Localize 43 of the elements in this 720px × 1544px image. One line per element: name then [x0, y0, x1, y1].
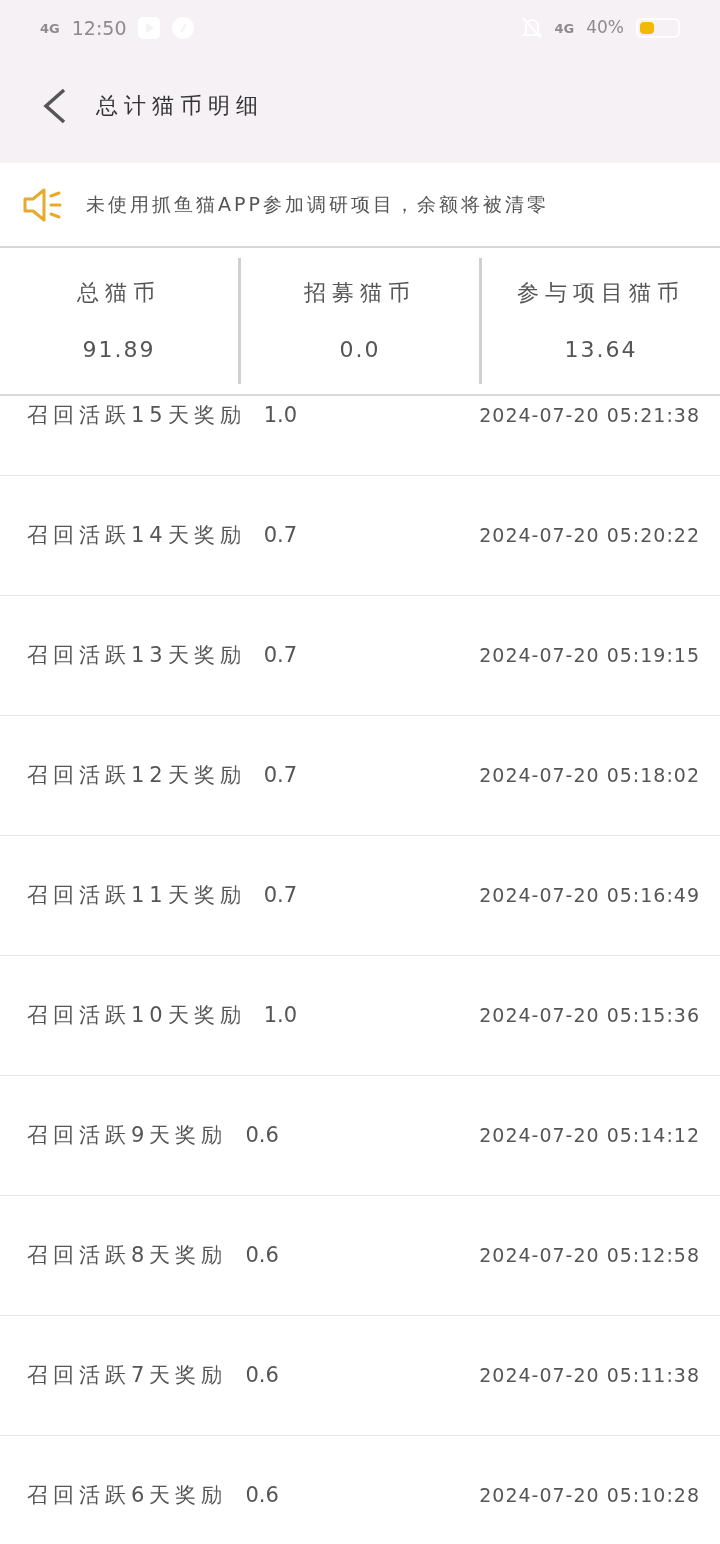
record-time: 2024-07-20 05:15:36: [479, 1003, 700, 1029]
stat-value: 13.64: [564, 336, 638, 364]
record-time: 2024-07-20 05:21:38: [479, 403, 700, 429]
stat-value: 91.89: [82, 336, 156, 364]
record-title: 召回活跃12天奖励: [27, 761, 246, 789]
signal-indicator: 4G: [554, 21, 575, 35]
record-amount: 1.0: [263, 1001, 298, 1029]
record-title: 召回活跃10天奖励: [27, 1001, 246, 1029]
record-title: 召回活跃15天奖励: [27, 401, 246, 429]
record-amount: 0.6: [245, 1121, 279, 1149]
stat-value: 0.0: [339, 336, 381, 364]
record-amount: 0.6: [245, 1241, 279, 1269]
record-title: 召回活跃8天奖励: [27, 1241, 228, 1269]
record-time: 2024-07-20 05:11:38: [479, 1363, 700, 1389]
record-amount: 0.7: [263, 881, 298, 909]
record-title: 召回活跃9天奖励: [27, 1121, 228, 1149]
record-amount: 1.0: [263, 401, 298, 429]
record-time: 2024-07-20 05:19:15: [479, 643, 700, 669]
speaker-icon: [22, 186, 64, 223]
stat-label: 招募猫币: [304, 279, 416, 307]
record-title: 召回活跃6天奖励: [27, 1481, 228, 1509]
record-title: 召回活跃13天奖励: [27, 641, 246, 669]
battery-percent: 40%: [586, 16, 624, 40]
page-title: 总计猫币明细: [96, 92, 264, 120]
record-time: 2024-07-20 05:18:02: [479, 763, 700, 789]
record-time: 2024-07-20 05:20:22: [479, 523, 700, 549]
notice-text: 未使用抓鱼猫APP参加调研项目，余额将被清零: [86, 192, 549, 218]
network-indicator: 4G: [40, 21, 60, 35]
stat-label: 总猫币: [77, 279, 161, 307]
record-time: 2024-07-20 05:16:49: [479, 883, 700, 909]
stat-label: 参与项目猫币: [517, 279, 685, 307]
record-amount: 0.6: [245, 1361, 279, 1389]
record-amount: 0.7: [263, 641, 298, 669]
record-amount: 0.7: [263, 521, 298, 549]
record-time: 2024-07-20 05:12:58: [479, 1243, 700, 1269]
record-time: 2024-07-20 05:14:12: [479, 1123, 700, 1149]
record-title: 召回活跃14天奖励: [27, 521, 246, 549]
record-amount: 0.6: [245, 1481, 279, 1509]
clock-time: 12:50: [71, 15, 127, 41]
record-title: 召回活跃7天奖励: [27, 1361, 228, 1389]
record-amount: 0.7: [263, 761, 298, 789]
record-title: 召回活跃11天奖励: [27, 881, 246, 909]
record-time: 2024-07-20 05:10:28: [479, 1483, 700, 1509]
